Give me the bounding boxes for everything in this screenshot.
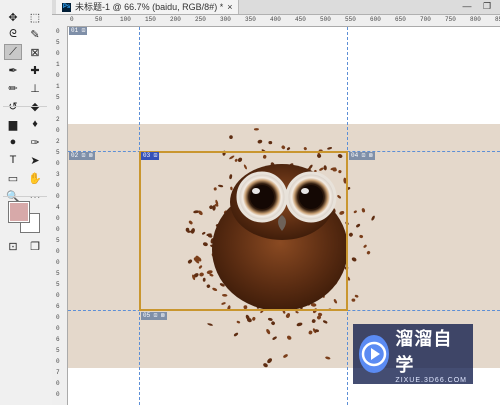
ruler-h-label: 50 bbox=[95, 16, 103, 23]
ruler-v-label: 0 bbox=[56, 72, 60, 79]
ruler-v-label: 5 bbox=[56, 149, 60, 156]
ruler-h-label: 250 bbox=[195, 16, 206, 23]
stamp-tool[interactable]: ⊥ bbox=[26, 80, 44, 96]
ruler-v-label: 0 bbox=[56, 215, 60, 222]
ruler-h-label: 850 bbox=[495, 16, 500, 23]
ruler-h-label: 800 bbox=[470, 16, 481, 23]
ruler-v-label: 6 bbox=[56, 336, 60, 343]
foreground-color-swatch[interactable] bbox=[8, 201, 30, 223]
slice-tool[interactable]: ⟋ bbox=[4, 44, 22, 60]
toolbar-separator bbox=[3, 196, 47, 197]
ruler-h-label: 200 bbox=[170, 16, 181, 23]
blur-tool[interactable]: ♦ bbox=[26, 116, 44, 132]
ruler-v-label: 0 bbox=[56, 380, 60, 387]
ruler-v-label: 0 bbox=[56, 193, 60, 200]
ruler-h-label: 100 bbox=[120, 16, 131, 23]
ruler-h-label: 150 bbox=[145, 16, 156, 23]
ruler-v-label: 5 bbox=[56, 347, 60, 354]
close-tab-icon[interactable]: × bbox=[227, 0, 232, 14]
frame-tool[interactable]: ⊠ bbox=[26, 44, 44, 60]
ruler-v-label: 0 bbox=[56, 182, 60, 189]
pen-tool[interactable]: ✑ bbox=[26, 134, 44, 150]
brush-tool[interactable]: ✏ bbox=[4, 80, 22, 96]
document-tab[interactable]: Ps 未标题-1 @ 66.7% (baidu, RGB/8#) * × bbox=[56, 0, 240, 14]
user-slice-box[interactable] bbox=[139, 151, 348, 311]
ruler-v-label: 2 bbox=[56, 138, 60, 145]
ruler-h-label: 550 bbox=[345, 16, 356, 23]
ruler-v-label: 0 bbox=[56, 226, 60, 233]
restore-icon[interactable]: ❐ bbox=[480, 1, 494, 12]
ruler-v-label: 0 bbox=[56, 28, 60, 35]
ruler-v-label: 4 bbox=[56, 204, 60, 211]
ruler-v-label: 0 bbox=[56, 160, 60, 167]
eyedropper-tool[interactable]: ✒ bbox=[4, 62, 22, 78]
ruler-h-label: 350 bbox=[245, 16, 256, 23]
ruler-h-label: 0 bbox=[70, 16, 74, 23]
path-select-tool[interactable]: ➤ bbox=[26, 152, 44, 168]
healing-brush-tool[interactable]: ✚ bbox=[26, 62, 44, 78]
lasso-tool[interactable]: ᘓ bbox=[4, 26, 22, 42]
ruler-v-label: 1 bbox=[56, 83, 60, 90]
ruler-v-label: 0 bbox=[56, 358, 60, 365]
move-tool[interactable]: ✥ bbox=[4, 9, 22, 25]
ruler-v-label: 5 bbox=[56, 270, 60, 277]
ruler-v-label: 5 bbox=[56, 94, 60, 101]
ruler-h-label: 450 bbox=[295, 16, 306, 23]
ruler-v-label: 6 bbox=[56, 303, 60, 310]
minimize-icon[interactable]: — bbox=[460, 1, 474, 12]
ruler-h-label: 700 bbox=[420, 16, 431, 23]
watermark-subtitle: ZIXUE.3D66.COM bbox=[395, 376, 467, 384]
ruler-h-label: 400 bbox=[270, 16, 281, 23]
slice-label-02[interactable]: 02 ⊡ ⊠ bbox=[69, 152, 95, 160]
shape-tool[interactable]: ▭ bbox=[4, 170, 22, 186]
toolbar-separator bbox=[3, 106, 47, 107]
document-tab-bar: Ps 未标题-1 @ 66.7% (baidu, RGB/8#) * × — ❐ bbox=[52, 0, 500, 15]
ruler-v-label: 5 bbox=[56, 281, 60, 288]
ruler-h-label: 650 bbox=[395, 16, 406, 23]
ruler-v-label: 5 bbox=[56, 39, 60, 46]
ruler-v-label: 1 bbox=[56, 61, 60, 68]
vertical-ruler[interactable]: 0 5 0 1 0 1 5 0 2 0 2 5 0 3 0 0 4 0 0 5 0 0 5 5 0 6 0 0 6 5 0 7 0 0 bbox=[52, 26, 68, 405]
ruler-v-label: 0 bbox=[56, 127, 60, 134]
ruler-v-label: 0 bbox=[56, 105, 60, 112]
slice-label-04[interactable]: 04 ⊡ ⊠ bbox=[349, 152, 375, 160]
horizontal-ruler[interactable]: 0 50 100 150 200 250 300 350 400 450 500 550 600 650 7… bbox=[68, 15, 500, 27]
type-tool[interactable]: T bbox=[4, 152, 22, 168]
ruler-h-label: 600 bbox=[370, 16, 381, 23]
document-tab-title: 未标题-1 @ 66.7% (baidu, RGB/8#) * bbox=[75, 2, 224, 12]
ruler-v-label: 0 bbox=[56, 391, 60, 398]
ruler-v-label: 0 bbox=[56, 50, 60, 57]
ruler-h-label: 750 bbox=[445, 16, 456, 23]
ps-document-icon: Ps bbox=[62, 2, 71, 12]
slice-label-01[interactable]: 01 ⊡ bbox=[69, 27, 88, 35]
screen-mode-icon[interactable]: ❐ bbox=[26, 238, 44, 254]
tools-panel: ✥⬚ᘓ✎⟋⊠✒✚✏⊥↺◆▆♦●✑T➤▭✋🔍⋯⊡❐ bbox=[0, 0, 53, 405]
ruler-h-label: 500 bbox=[320, 16, 331, 23]
quick-mask-icon[interactable]: ⊡ bbox=[4, 238, 22, 254]
ruler-v-label: 7 bbox=[56, 369, 60, 376]
marquee-tool[interactable]: ⬚ bbox=[26, 9, 44, 25]
zixue-watermark: 溜溜自学 ZIXUE.3D66.COM bbox=[353, 324, 473, 384]
ruler-v-label: 3 bbox=[56, 171, 60, 178]
play-logo-icon bbox=[359, 335, 390, 373]
quick-select-tool[interactable]: ✎ bbox=[26, 26, 44, 42]
ruler-v-label: 2 bbox=[56, 116, 60, 123]
slice-label-03[interactable]: 03 ⊡ bbox=[141, 152, 160, 160]
slice-label-05[interactable]: 05 ⊡ ⊠ bbox=[141, 312, 167, 320]
ruler-v-label: 0 bbox=[56, 314, 60, 321]
gradient-tool[interactable]: ▆ bbox=[4, 116, 22, 132]
ruler-h-label: 300 bbox=[220, 16, 231, 23]
ruler-v-label: 0 bbox=[56, 325, 60, 332]
hand-tool[interactable]: ✋ bbox=[26, 170, 44, 186]
ruler-v-label: 0 bbox=[56, 248, 60, 255]
dodge-tool[interactable]: ● bbox=[4, 134, 22, 150]
ruler-v-label: 0 bbox=[56, 292, 60, 299]
ruler-v-label: 5 bbox=[56, 237, 60, 244]
watermark-title: 溜溜自学 bbox=[395, 328, 453, 376]
ruler-v-label: 0 bbox=[56, 259, 60, 266]
